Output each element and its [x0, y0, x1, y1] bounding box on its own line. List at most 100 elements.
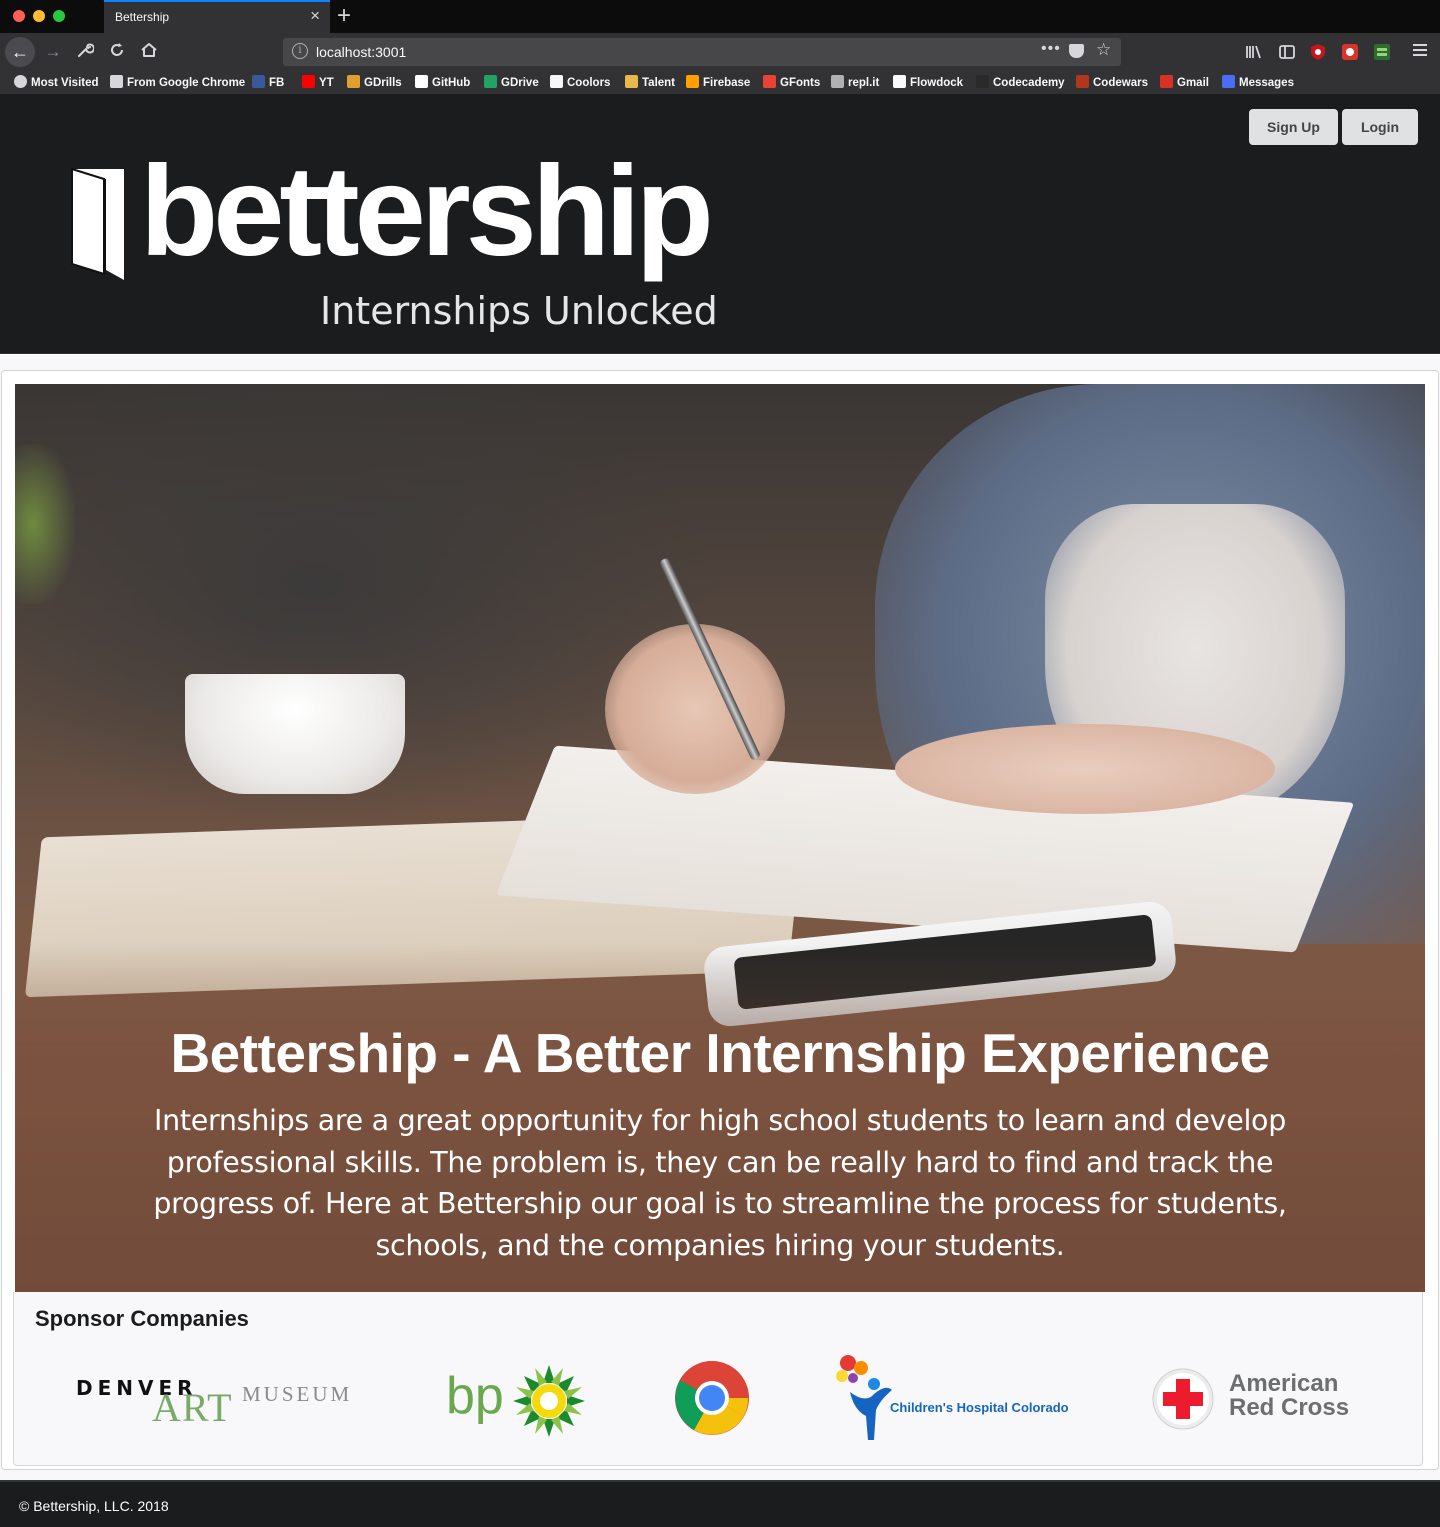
close-window-button[interactable] — [13, 10, 25, 22]
extension-red-icon[interactable] — [1341, 43, 1359, 61]
url-text[interactable]: localhost:3001 — [316, 44, 406, 60]
google-chrome-logo[interactable] — [674, 1360, 750, 1436]
bookmark-label: Gmail — [1177, 77, 1209, 89]
bookmark-firebase[interactable]: Firebase — [686, 75, 750, 89]
gdrills-icon — [347, 75, 360, 88]
hero-photo-arm — [895, 724, 1275, 814]
sponsors-title: Sponsor Companies — [35, 1306, 249, 1331]
bookmark-label: GDrills — [364, 77, 402, 89]
bookmark-most-visited[interactable]: Most Visited — [14, 75, 99, 89]
sidebar-icon[interactable] — [1278, 43, 1296, 61]
bookmark-label: YT — [319, 77, 334, 89]
bookmark-label: GitHub — [432, 77, 471, 89]
bookmark-from-google-chrome[interactable]: From Google Chrome — [110, 75, 245, 89]
tab-close-icon[interactable]: × — [310, 6, 320, 26]
site-footer: © Bettership, LLC. 2018 — [0, 1480, 1440, 1527]
american-red-cross-logo[interactable]: American Red Cross — [1152, 1364, 1372, 1434]
bookmark-gdrills[interactable]: GDrills — [347, 75, 402, 89]
login-button[interactable]: Login — [1342, 109, 1418, 145]
childrens-hospital-colorado-logo[interactable]: Children's Hospital Colorado — [836, 1354, 1069, 1444]
bookmark-label: Most Visited — [31, 77, 99, 89]
pocket-icon[interactable] — [1069, 44, 1084, 58]
home-button[interactable] — [138, 41, 160, 63]
site-info-icon[interactable]: i — [292, 43, 308, 59]
browser-tab-active[interactable]: Bettership × — [104, 0, 330, 33]
bookmark-label: Codecademy — [993, 77, 1065, 89]
sign-up-button[interactable]: Sign Up — [1249, 109, 1338, 145]
maximize-window-button[interactable] — [53, 10, 65, 22]
url-bar[interactable]: i localhost:3001 ••• ☆ — [283, 38, 1121, 66]
childrens-hospital-text: Children's Hospital Colorado — [890, 1400, 1069, 1415]
door-logo-icon — [70, 167, 126, 287]
back-button[interactable]: ← — [5, 37, 35, 67]
extension-green-icon[interactable] — [1373, 43, 1391, 61]
folder-icon — [110, 75, 123, 88]
bookmark-label: Flowdock — [910, 77, 964, 89]
bookmark-label: GFonts — [780, 77, 821, 89]
bookmark-codewars[interactable]: Codewars — [1076, 75, 1148, 89]
bp-text: bp — [446, 1367, 504, 1425]
talent-icon — [625, 75, 638, 88]
bookmark-codecademy[interactable]: Codecademy — [976, 75, 1065, 89]
site-logo-wordmark[interactable]: bettership — [140, 132, 714, 292]
page-actions-menu-icon[interactable]: ••• — [1041, 40, 1061, 58]
bookmark-label: FB — [269, 77, 285, 89]
sponsors-section: Sponsor Companies DENVER ART MUSEUM bp C… — [13, 1292, 1423, 1466]
menu-icon[interactable] — [1413, 44, 1427, 59]
browser-titlebar: Bettership × + — [0, 0, 1440, 33]
site-header: Sign Up Login bettership Internships Unl… — [0, 94, 1440, 354]
library-icon[interactable] — [1245, 43, 1263, 61]
gear-icon — [14, 75, 27, 88]
new-tab-button[interactable]: + — [337, 2, 351, 30]
bookmark-repl-it[interactable]: repl.it — [831, 75, 879, 89]
firebase-icon — [686, 75, 699, 88]
hero-photo-coffee-cup — [185, 674, 405, 794]
bookmark-label: Codewars — [1093, 77, 1148, 89]
replit-icon — [831, 75, 844, 88]
chrome-icon — [675, 1361, 749, 1435]
hero-photo-plant — [15, 444, 75, 604]
youtube-icon — [302, 75, 315, 88]
gmail-icon — [1160, 75, 1173, 88]
bookmark-label: Messages — [1239, 77, 1294, 89]
bookmark-star-icon[interactable]: ☆ — [1096, 40, 1111, 60]
reload-button[interactable] — [106, 41, 128, 63]
bookmark-gmail[interactable]: Gmail — [1160, 75, 1209, 89]
bookmark-talent[interactable]: Talent — [625, 75, 675, 89]
gdrive-icon — [484, 75, 497, 88]
bookmark-label: From Google Chrome — [127, 77, 246, 89]
bp-helios-icon — [513, 1365, 585, 1437]
hero-photo-hand — [605, 624, 785, 794]
bookmark-gdrive[interactable]: GDrive — [484, 75, 539, 89]
bookmark-label: Coolors — [567, 77, 611, 89]
bookmark-fb[interactable]: FB — [252, 75, 284, 89]
red-cross-redcross-text: Red Cross — [1229, 1394, 1350, 1421]
bookmark-yt[interactable]: YT — [302, 75, 334, 89]
bookmark-github[interactable]: GitHub — [415, 75, 470, 89]
bp-logo[interactable]: bp — [446, 1364, 592, 1438]
forward-button[interactable]: → — [42, 41, 64, 63]
page: Sign Up Login bettership Internships Unl… — [0, 94, 1440, 1527]
denver-art-museum-logo[interactable]: DENVER ART MUSEUM — [76, 1370, 376, 1430]
bookmark-flowdock[interactable]: Flowdock — [893, 75, 963, 89]
hero-title: Bettership - A Better Internship Experie… — [170, 1022, 1270, 1084]
copyright-text: © Bettership, LLC. 2018 — [19, 1498, 169, 1514]
github-icon — [415, 75, 428, 88]
bookmark-coolors[interactable]: Coolors — [550, 75, 610, 89]
wrench-icon[interactable] — [74, 41, 96, 63]
ublock-extension-icon[interactable] — [1309, 43, 1327, 61]
flowdock-icon — [893, 75, 906, 88]
codewars-icon — [1076, 75, 1089, 88]
bookmark-label: Firebase — [703, 77, 751, 89]
red-cross-icon — [1152, 1368, 1214, 1430]
bookmark-messages[interactable]: Messages — [1222, 75, 1294, 89]
minimize-window-button[interactable] — [33, 10, 45, 22]
tab-title: Bettership — [115, 10, 170, 24]
hero-description: Internships are a great opportunity for … — [153, 1104, 1287, 1262]
gfonts-icon — [763, 75, 776, 88]
codecademy-icon — [976, 75, 989, 88]
bookmark-gfonts[interactable]: GFonts — [763, 75, 820, 89]
bookmark-label: Talent — [642, 77, 676, 89]
coolors-icon — [550, 75, 563, 88]
childrens-hospital-figure-icon — [836, 1355, 892, 1440]
